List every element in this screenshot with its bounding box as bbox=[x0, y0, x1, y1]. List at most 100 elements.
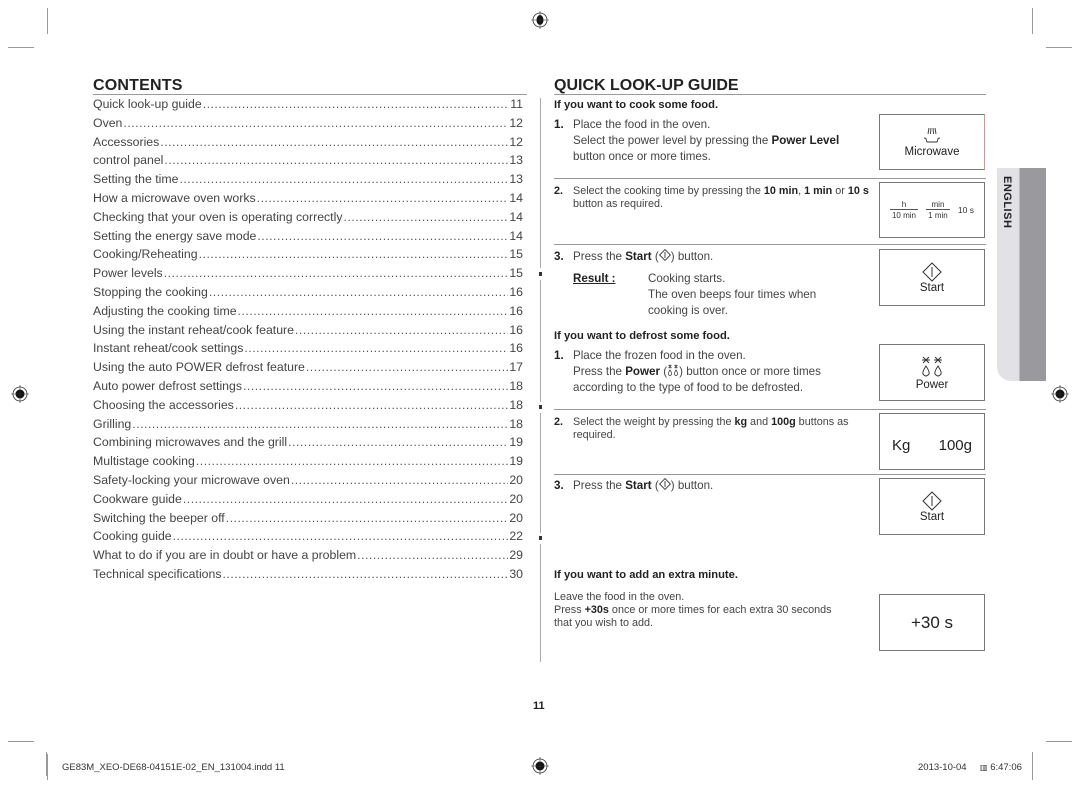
contents-rule bbox=[93, 94, 527, 95]
toc-leader-dots bbox=[357, 548, 508, 562]
toc-entry[interactable]: Using the instant reheat/cook feature 16 bbox=[93, 323, 523, 342]
toc-entry[interactable]: Auto power defrost settings 18 bbox=[93, 379, 523, 398]
toc-leader-dots bbox=[288, 435, 508, 449]
guide-title: QUICK LOOK-UP GUIDE bbox=[554, 77, 739, 94]
step-text: that you wish to add. bbox=[554, 617, 654, 629]
microwave-icon bbox=[923, 127, 941, 143]
toc-leader-dots bbox=[306, 360, 508, 374]
toc-entry[interactable]: Instant reheat/cook settings 16 bbox=[93, 341, 523, 360]
result-line: cooking is over. bbox=[648, 304, 728, 317]
toc-entry[interactable]: How a microwave oven works 14 bbox=[93, 191, 523, 210]
start-button-panel: Start bbox=[879, 478, 985, 535]
step-text: Press +30s once or more times for each e… bbox=[554, 604, 832, 616]
step-text: Press the Power () button once or more t… bbox=[573, 364, 821, 378]
toc-entry[interactable]: Cooking guide 22 bbox=[93, 529, 523, 548]
section-separator bbox=[554, 409, 986, 410]
crop-mark bbox=[1032, 8, 1033, 34]
100g-key: 100g bbox=[938, 437, 972, 454]
toc-entry[interactable]: Multistage cooking 19 bbox=[93, 454, 523, 473]
toc-entry-page: 11 bbox=[510, 97, 523, 111]
toc-entry-label: control panel bbox=[93, 153, 164, 168]
toc-entry[interactable]: Setting the energy save mode 14 bbox=[93, 229, 523, 248]
registration-mark-icon bbox=[531, 757, 549, 775]
step-text: Select the cooking time by pressing the … bbox=[573, 185, 869, 210]
weight-buttons-panel: Kg 100g bbox=[879, 413, 985, 470]
toc-entry[interactable]: Safety-locking your microwave oven 20 bbox=[93, 473, 523, 492]
toc-leader-dots bbox=[160, 135, 508, 149]
toc-entry[interactable]: control panel 13 bbox=[93, 153, 523, 172]
toc-entry-page: 12 bbox=[509, 115, 523, 130]
toc-entry-page: 13 bbox=[509, 172, 523, 187]
step-number: 3. bbox=[554, 479, 564, 492]
toc-entry[interactable]: Quick look-up guide 11 bbox=[93, 97, 523, 116]
step-number: 1. bbox=[554, 349, 564, 362]
toc-entry-label: Grilling bbox=[93, 416, 132, 431]
toc-entry[interactable]: Technical specifications 30 bbox=[93, 567, 523, 586]
toc-entry[interactable]: Choosing the accessories 18 bbox=[93, 398, 523, 417]
result-line: Cooking starts. bbox=[648, 272, 726, 285]
toc-entry-label: Stopping the cooking bbox=[93, 284, 208, 299]
toc-entry-page: 16 bbox=[509, 341, 523, 356]
toc-leader-dots bbox=[183, 492, 508, 506]
toc-entry[interactable]: Using the auto POWER defrost feature 17 bbox=[93, 360, 523, 379]
toc-leader-dots bbox=[203, 97, 510, 111]
defrost-step-3: 3. Press the Start () button. bbox=[554, 477, 874, 494]
toc-entry[interactable]: Combining microwaves and the grill 19 bbox=[93, 435, 523, 454]
toc-leader-dots bbox=[132, 417, 508, 431]
toc-entry-page: 12 bbox=[509, 134, 523, 149]
section-separator bbox=[554, 178, 986, 179]
toc-entry[interactable]: Cookware guide 20 bbox=[93, 492, 523, 511]
toc-entry-label: Technical specifications bbox=[93, 566, 222, 581]
column-divider bbox=[540, 98, 541, 268]
start-button-panel: Start bbox=[879, 249, 985, 306]
step-text: Press the Start () button. bbox=[573, 477, 714, 492]
toc-entry[interactable]: Power levels 15 bbox=[93, 266, 523, 285]
toc-entry-page: 15 bbox=[509, 266, 523, 281]
column-divider bbox=[540, 544, 541, 662]
toc-leader-dots bbox=[295, 323, 508, 337]
toc-entry[interactable]: Checking that your oven is operating cor… bbox=[93, 210, 523, 229]
toc-entry-page: 19 bbox=[509, 435, 523, 450]
toc-entry[interactable]: Adjusting the cooking time 16 bbox=[93, 304, 523, 323]
toc-entry-page: 18 bbox=[509, 416, 523, 431]
toc-entry[interactable]: Oven 12 bbox=[93, 116, 523, 135]
toc-leader-dots bbox=[291, 473, 508, 487]
toc-leader-dots bbox=[164, 153, 508, 167]
toc-entry-label: Setting the time bbox=[93, 172, 179, 187]
contents-list: Quick look-up guide 11 Oven 12 Accessories 12… bbox=[93, 97, 523, 586]
defrost-step-1: 1. Place the frozen food in the oven. Pr… bbox=[554, 348, 874, 396]
toc-entry-label: Choosing the accessories bbox=[93, 397, 234, 412]
toc-leader-dots bbox=[343, 210, 508, 224]
toc-entry[interactable]: Cooking/Reheating 15 bbox=[93, 247, 523, 266]
slug-rule bbox=[1032, 752, 1033, 776]
toc-entry-page: 30 bbox=[509, 566, 523, 581]
toc-entry-label: Using the instant reheat/cook feature bbox=[93, 322, 294, 337]
toc-entry-page: 13 bbox=[509, 153, 523, 168]
start-icon bbox=[922, 261, 942, 282]
defrost-icon bbox=[922, 356, 942, 376]
divider-tick bbox=[539, 536, 542, 540]
toc-entry[interactable]: Accessories 12 bbox=[93, 135, 523, 154]
toc-entry[interactable]: What to do if you are in doubt or have a… bbox=[93, 548, 523, 567]
toc-entry-label: Oven bbox=[93, 115, 123, 130]
step-text: Place the food in the oven. bbox=[573, 118, 711, 131]
toc-entry-page: 29 bbox=[509, 548, 523, 563]
toc-leader-dots bbox=[243, 379, 508, 393]
toc-entry[interactable]: Switching the beeper off 20 bbox=[93, 511, 523, 530]
cook-step-2: 2. Select the cooking time by pressing t… bbox=[554, 185, 874, 211]
toc-entry-page: 15 bbox=[509, 247, 523, 262]
toc-entry-page: 20 bbox=[509, 510, 523, 525]
toc-entry-label: Quick look-up guide bbox=[93, 97, 202, 111]
toc-entry-label: Switching the beeper off bbox=[93, 510, 225, 525]
toc-entry[interactable]: Setting the time 13 bbox=[93, 172, 523, 191]
toc-entry-page: 20 bbox=[509, 491, 523, 506]
toc-entry[interactable]: Stopping the cooking 16 bbox=[93, 285, 523, 304]
crop-mark bbox=[47, 754, 48, 780]
guide-rule bbox=[554, 94, 986, 95]
toc-entry-page: 17 bbox=[509, 360, 523, 375]
toc-entry[interactable]: Grilling 18 bbox=[93, 417, 523, 436]
toc-entry-label: Instant reheat/cook settings bbox=[93, 341, 244, 356]
toc-leader-dots bbox=[179, 172, 508, 186]
toc-leader-dots bbox=[223, 567, 509, 581]
microwave-button-panel: Microwave bbox=[879, 114, 985, 170]
